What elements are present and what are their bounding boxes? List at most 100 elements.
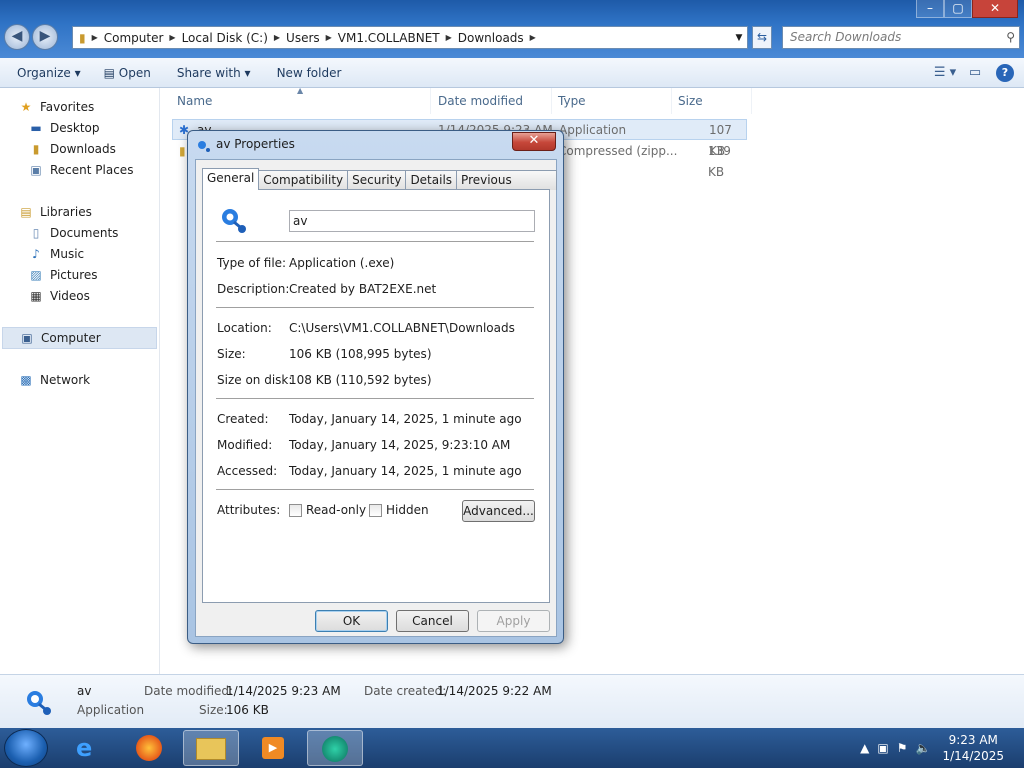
view-options-icon[interactable]: ☰ ▾ <box>930 65 960 80</box>
nav-videos[interactable]: ▦ Videos <box>28 285 186 307</box>
media-player-taskbar-button[interactable]: ▶ <box>246 730 302 766</box>
nav-libraries[interactable]: ▤ Libraries <box>18 201 176 223</box>
nav-computer-label: Computer <box>41 331 101 345</box>
clock-time: 9:23 AM <box>948 733 998 747</box>
cancel-button[interactable]: Cancel <box>396 610 469 632</box>
ok-button[interactable]: OK <box>315 610 388 632</box>
preview-pane-icon[interactable]: ▭ <box>960 65 990 80</box>
app-icon <box>322 736 348 762</box>
window-controls: – ▢ ✕ <box>916 0 1018 18</box>
close-window-button[interactable]: ✕ <box>972 0 1018 18</box>
show-hidden-icons-icon[interactable]: ▲ <box>860 741 869 755</box>
nav-pictures[interactable]: ▨ Pictures <box>28 264 186 286</box>
address-bar[interactable]: ▮ ▶ Computer ▶ Local Disk (C:) ▶ Users ▶… <box>72 26 748 49</box>
chevron-down-icon[interactable]: ▼ <box>731 33 747 43</box>
file-size: 139 KB <box>708 144 731 179</box>
volume-muted-icon[interactable]: 🔈 <box>916 741 931 755</box>
dialog-close-button[interactable]: ✕ <box>512 132 556 151</box>
tab-previous-versions[interactable]: Previous Versions <box>456 170 557 205</box>
share-with-button[interactable]: Share with ▾ <box>168 66 260 80</box>
open-button[interactable]: ▤ Open <box>98 66 160 80</box>
forward-button[interactable]: ▶ <box>32 24 58 50</box>
network-tray-icon[interactable]: ▣ <box>877 741 888 755</box>
nav-recent-places[interactable]: ▣ Recent Places <box>28 159 186 181</box>
general-tab-pane: av Type of file: Application (.exe) Desc… <box>202 189 550 603</box>
location-value: C:\Users\VM1.COLLABNET\Downloads <box>289 321 515 335</box>
details-file-type: Application <box>77 703 145 717</box>
firefox-taskbar-button[interactable] <box>122 730 178 766</box>
details-pane: av Application Date modified: 1/14/2025 … <box>0 674 1024 728</box>
command-bar: Organize ▾ ▤ Open Share with ▾ New folde… <box>0 58 1024 88</box>
tab-compatibility[interactable]: Compatibility <box>258 170 349 190</box>
search-input[interactable]: Search Downloads ⚲ <box>782 26 1020 49</box>
folder-icon <box>196 738 226 760</box>
breadcrumb-local-disk[interactable]: Local Disk (C:) <box>176 31 274 45</box>
refresh-button[interactable]: ⇆ <box>752 26 772 49</box>
maximize-button[interactable]: ▢ <box>944 0 972 18</box>
breadcrumb-users[interactable]: Users <box>280 31 326 45</box>
column-header-date[interactable]: Date modified <box>432 88 552 114</box>
help-icon[interactable]: ? <box>996 63 1014 82</box>
details-date-modified-label: Date modified: <box>144 684 234 698</box>
nav-documents[interactable]: ▯ Documents <box>28 222 186 244</box>
hidden-checkbox[interactable]: Hidden <box>369 503 429 517</box>
internet-explorer-taskbar-button[interactable]: e <box>62 730 118 766</box>
tab-strip: General Compatibility Security Details P… <box>202 168 557 205</box>
taskbar: e ▶ ▲ ▣ ⚑ 🔈 9:23 AM 1/14/2025 <box>0 728 1024 768</box>
column-header-type[interactable]: Type <box>552 88 672 114</box>
nav-downloads[interactable]: ▮ Downloads <box>28 138 186 160</box>
file-type: Application <box>559 123 627 137</box>
videos-icon: ▦ <box>30 289 42 303</box>
folder-icon: ▮ <box>79 30 86 45</box>
advanced-button[interactable]: Advanced... <box>462 500 535 522</box>
breadcrumb-user[interactable]: VM1.COLLABNET <box>332 31 446 45</box>
dialog-body: General Compatibility Security Details P… <box>195 159 557 637</box>
organize-button[interactable]: Organize ▾ <box>8 66 90 80</box>
accessed-value: Today, January 14, 2025, 1 minute ago <box>289 464 522 478</box>
details-date-created-label: Date created: <box>364 684 447 698</box>
created-value: Today, January 14, 2025, 1 minute ago <box>289 412 522 426</box>
size-value: 106 KB (108,995 bytes) <box>289 347 432 361</box>
action-center-icon[interactable]: ⚑ <box>897 741 908 755</box>
nav-network[interactable]: ▩ Network <box>18 369 176 391</box>
size-on-disk-label: Size on disk: <box>217 373 293 387</box>
sort-arrow-icon: ▲ <box>297 86 304 95</box>
breadcrumb-computer[interactable]: Computer <box>98 31 170 45</box>
recent-places-icon: ▣ <box>30 163 42 177</box>
view-controls: ☰ ▾ ▭ ? <box>930 63 1024 82</box>
back-button[interactable]: ◀ <box>4 24 30 50</box>
nav-computer[interactable]: ▣ Computer <box>2 327 157 349</box>
tab-details[interactable]: Details <box>405 170 458 190</box>
type-value: Application (.exe) <box>289 256 395 270</box>
nav-pictures-label: Pictures <box>50 268 98 282</box>
new-folder-button[interactable]: New folder <box>268 66 351 80</box>
tab-general[interactable]: General <box>202 168 260 190</box>
chevron-right-icon[interactable]: ▶ <box>530 33 536 42</box>
explorer-taskbar-button[interactable] <box>183 730 239 766</box>
accessed-label: Accessed: <box>217 464 278 478</box>
zip-folder-icon: ▮ <box>179 144 186 158</box>
nav-desktop[interactable]: ▬ Desktop <box>28 117 186 139</box>
divider <box>216 398 534 399</box>
application-icon <box>198 141 210 152</box>
search-icon[interactable]: ⚲ <box>1006 27 1015 48</box>
size-on-disk-value: 108 KB (110,592 bytes) <box>289 373 432 387</box>
minimize-button[interactable]: – <box>916 0 944 18</box>
divider <box>216 307 534 308</box>
column-header-size[interactable]: Size <box>672 88 752 114</box>
nav-network-label: Network <box>40 373 91 387</box>
clock[interactable]: 9:23 AM 1/14/2025 <box>942 732 1004 764</box>
computer-icon: ▣ <box>21 331 33 345</box>
filename-input[interactable]: av <box>289 210 535 232</box>
nav-buttons: ◀ ▶ <box>4 24 60 50</box>
app-taskbar-button[interactable] <box>307 730 363 766</box>
modified-label: Modified: <box>217 438 273 452</box>
apply-button[interactable]: Apply <box>477 610 550 632</box>
tab-security[interactable]: Security <box>347 170 407 190</box>
readonly-checkbox[interactable]: Read-only <box>289 503 366 517</box>
nav-favorites[interactable]: ★ Favorites <box>18 96 176 118</box>
start-button[interactable] <box>4 729 48 767</box>
downloads-icon: ▮ <box>32 142 40 156</box>
breadcrumb-downloads[interactable]: Downloads <box>452 31 530 45</box>
nav-music[interactable]: ♪ Music <box>28 243 186 265</box>
